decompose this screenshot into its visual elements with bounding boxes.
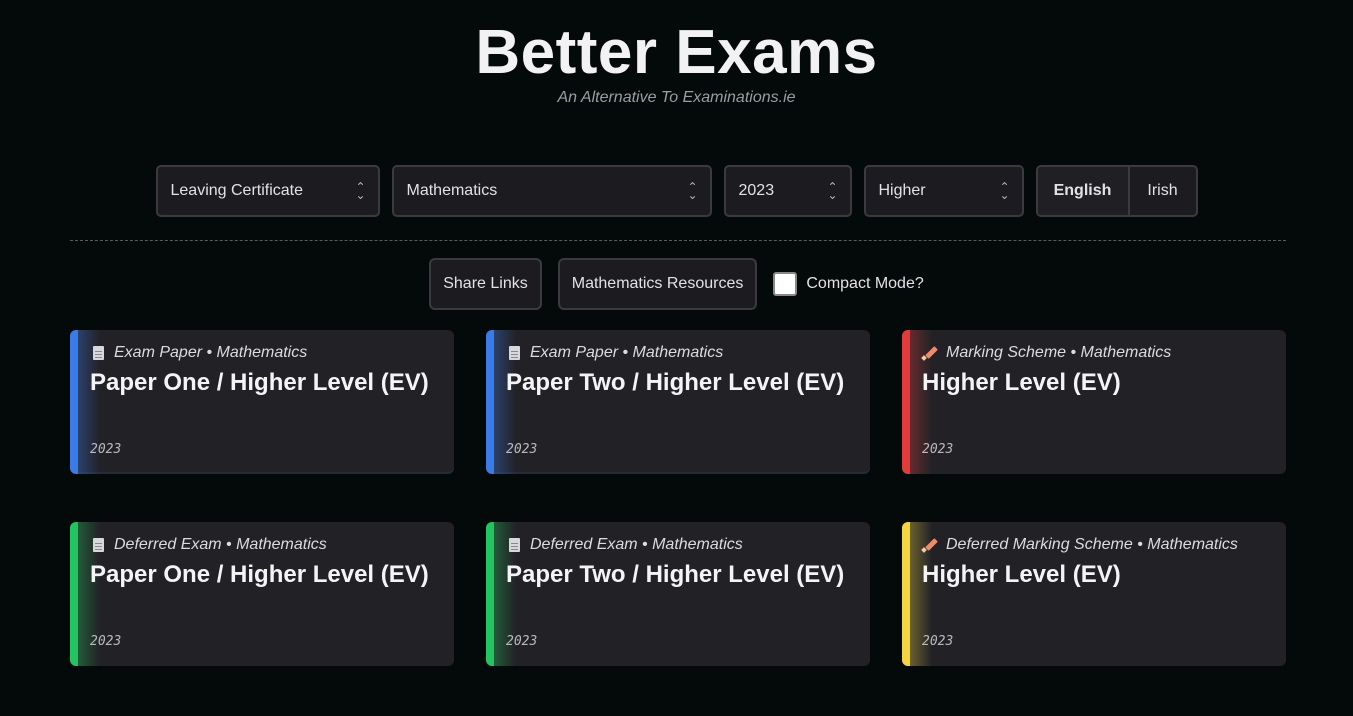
subject-resources-button[interactable]: Mathematics Resources <box>557 258 758 310</box>
card-type: Deferred Exam • Mathematics <box>530 536 743 553</box>
card-title: Paper One / Higher Level (EV) <box>90 369 429 396</box>
document-icon <box>506 538 522 552</box>
document-icon <box>506 346 522 360</box>
page-subtitle: An Alternative To Examinations.ie <box>557 89 796 106</box>
card-type: Deferred Exam • Mathematics <box>114 536 327 553</box>
paper-card[interactable]: Deferred Exam • Mathematics Paper One / … <box>70 522 454 666</box>
compact-mode-label: Compact Mode? <box>806 275 924 292</box>
page-title: Better Exams <box>475 18 878 87</box>
paper-card[interactable]: Deferred Exam • Mathematics Paper Two / … <box>486 522 870 666</box>
card-accent-stripe <box>70 522 78 666</box>
filter-bar: Leaving Certificate ⌃ ⌄ Mathematics ⌃ ⌄ 20… <box>0 165 1353 217</box>
card-year: 2023 <box>90 442 122 457</box>
action-bar: Share Links Mathematics Resources Compac… <box>0 258 1353 310</box>
card-type: Exam Paper • Mathematics <box>530 344 724 361</box>
card-meta: Marking Scheme • Mathematics <box>922 344 1266 362</box>
select-arrows-icon: ⌃ ⌄ <box>999 180 1010 202</box>
year-select[interactable]: 2023 ⌃ ⌄ <box>723 165 852 217</box>
pencil-icon <box>922 537 938 553</box>
card-title: Paper Two / Higher Level (EV) <box>506 369 845 396</box>
year-select-value: 2023 <box>738 182 775 199</box>
card-meta: Exam Paper • Mathematics <box>506 344 850 362</box>
card-meta: Deferred Exam • Mathematics <box>90 536 434 554</box>
select-arrows-icon: ⌃ ⌄ <box>687 180 698 202</box>
card-year: 2023 <box>922 442 954 457</box>
select-arrows-icon: ⌃ ⌄ <box>355 180 366 202</box>
card-year: 2023 <box>506 442 538 457</box>
card-year: 2023 <box>922 634 954 649</box>
pencil-icon <box>922 345 938 361</box>
card-year: 2023 <box>90 634 122 649</box>
language-english-button[interactable]: English <box>1037 167 1130 215</box>
compact-mode-toggle[interactable]: Compact Mode? <box>773 272 924 296</box>
card-accent-stripe <box>70 330 78 474</box>
card-year: 2023 <box>506 634 538 649</box>
card-type: Exam Paper • Mathematics <box>114 344 308 361</box>
document-icon <box>90 538 106 552</box>
card-meta: Deferred Marking Scheme • Mathematics <box>922 536 1266 554</box>
subject-select[interactable]: Mathematics ⌃ ⌄ <box>391 165 712 217</box>
certificate-select[interactable]: Leaving Certificate ⌃ ⌄ <box>155 165 380 217</box>
document-icon <box>90 346 106 360</box>
card-title: Paper Two / Higher Level (EV) <box>506 561 845 588</box>
card-accent-stripe <box>902 522 910 666</box>
subject-select-value: Mathematics <box>406 182 498 199</box>
paper-grid: Exam Paper • Mathematics Paper One / Hig… <box>70 330 1286 666</box>
level-select-value: Higher <box>878 182 926 199</box>
card-meta: Deferred Exam • Mathematics <box>506 536 850 554</box>
paper-card[interactable]: Marking Scheme • Mathematics Higher Leve… <box>902 330 1286 474</box>
card-accent-stripe <box>486 330 494 474</box>
level-select[interactable]: Higher ⌃ ⌄ <box>863 165 1024 217</box>
paper-card[interactable]: Exam Paper • Mathematics Paper Two / Hig… <box>486 330 870 474</box>
card-meta: Exam Paper • Mathematics <box>90 344 434 362</box>
language-toggle: English Irish <box>1035 165 1198 217</box>
certificate-select-value: Leaving Certificate <box>170 182 304 199</box>
section-divider <box>70 240 1286 241</box>
paper-card[interactable]: Deferred Marking Scheme • Mathematics Hi… <box>902 522 1286 666</box>
compact-mode-checkbox[interactable] <box>773 272 798 296</box>
card-accent-stripe <box>486 522 494 666</box>
share-links-button[interactable]: Share Links <box>429 258 542 310</box>
paper-card[interactable]: Exam Paper • Mathematics Paper One / Hig… <box>70 330 454 474</box>
card-accent-stripe <box>902 330 910 474</box>
card-title: Paper One / Higher Level (EV) <box>90 561 429 588</box>
card-title: Higher Level (EV) <box>922 561 1121 588</box>
card-title: Higher Level (EV) <box>922 369 1121 396</box>
card-type: Deferred Marking Scheme • Mathematics <box>946 536 1238 553</box>
language-irish-button[interactable]: Irish <box>1130 167 1196 215</box>
page-header: Better Exams An Alternative To Examinati… <box>0 0 1353 108</box>
card-type: Marking Scheme • Mathematics <box>946 344 1172 361</box>
select-arrows-icon: ⌃ ⌄ <box>827 180 838 202</box>
